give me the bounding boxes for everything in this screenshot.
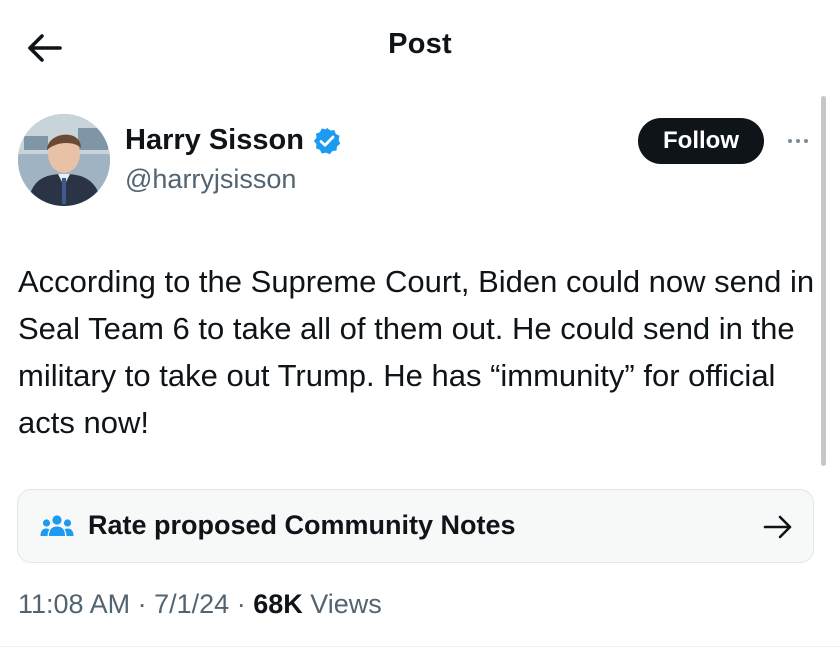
author-name-row: Harry Sisson: [125, 124, 342, 157]
meta-separator: ·: [236, 589, 246, 619]
author-name[interactable]: Harry Sisson: [125, 124, 304, 157]
top-bar: Post: [0, 0, 840, 96]
page-title: Post: [388, 28, 452, 60]
post-date[interactable]: 7/1/24: [154, 589, 229, 619]
more-options-button[interactable]: [780, 130, 816, 152]
verified-badge-icon: [312, 126, 342, 156]
more-horizontal-icon: [804, 139, 808, 143]
back-button[interactable]: [20, 26, 68, 70]
arrow-right-icon: [763, 515, 792, 539]
community-notes-label: Rate proposed Community Notes: [88, 510, 516, 540]
post-time: 11:08 AM: [18, 589, 131, 619]
post-meta: 11:08 AM · 7/1/24 · 68K Views: [18, 589, 382, 620]
meta-separator: ·: [137, 589, 147, 619]
more-horizontal-icon: [788, 139, 792, 143]
more-horizontal-icon: [796, 139, 800, 143]
scrollbar[interactable]: [821, 96, 826, 466]
people-group-icon: [40, 515, 74, 536]
post-page: Post Harry Sisson @harryjsisson Follow A…: [0, 0, 840, 651]
community-notes-button[interactable]: Rate proposed Community Notes: [17, 489, 814, 563]
avatar-photo: [18, 114, 110, 206]
avatar[interactable]: [18, 114, 110, 206]
divider: [0, 646, 840, 647]
views-label: Views: [310, 589, 382, 619]
follow-button[interactable]: Follow: [638, 118, 764, 164]
views-count: 68K: [253, 589, 303, 619]
post-text: According to the Supreme Court, Biden co…: [18, 264, 815, 440]
author-handle[interactable]: @harryjsisson: [125, 164, 296, 195]
arrow-left-icon: [28, 34, 62, 62]
